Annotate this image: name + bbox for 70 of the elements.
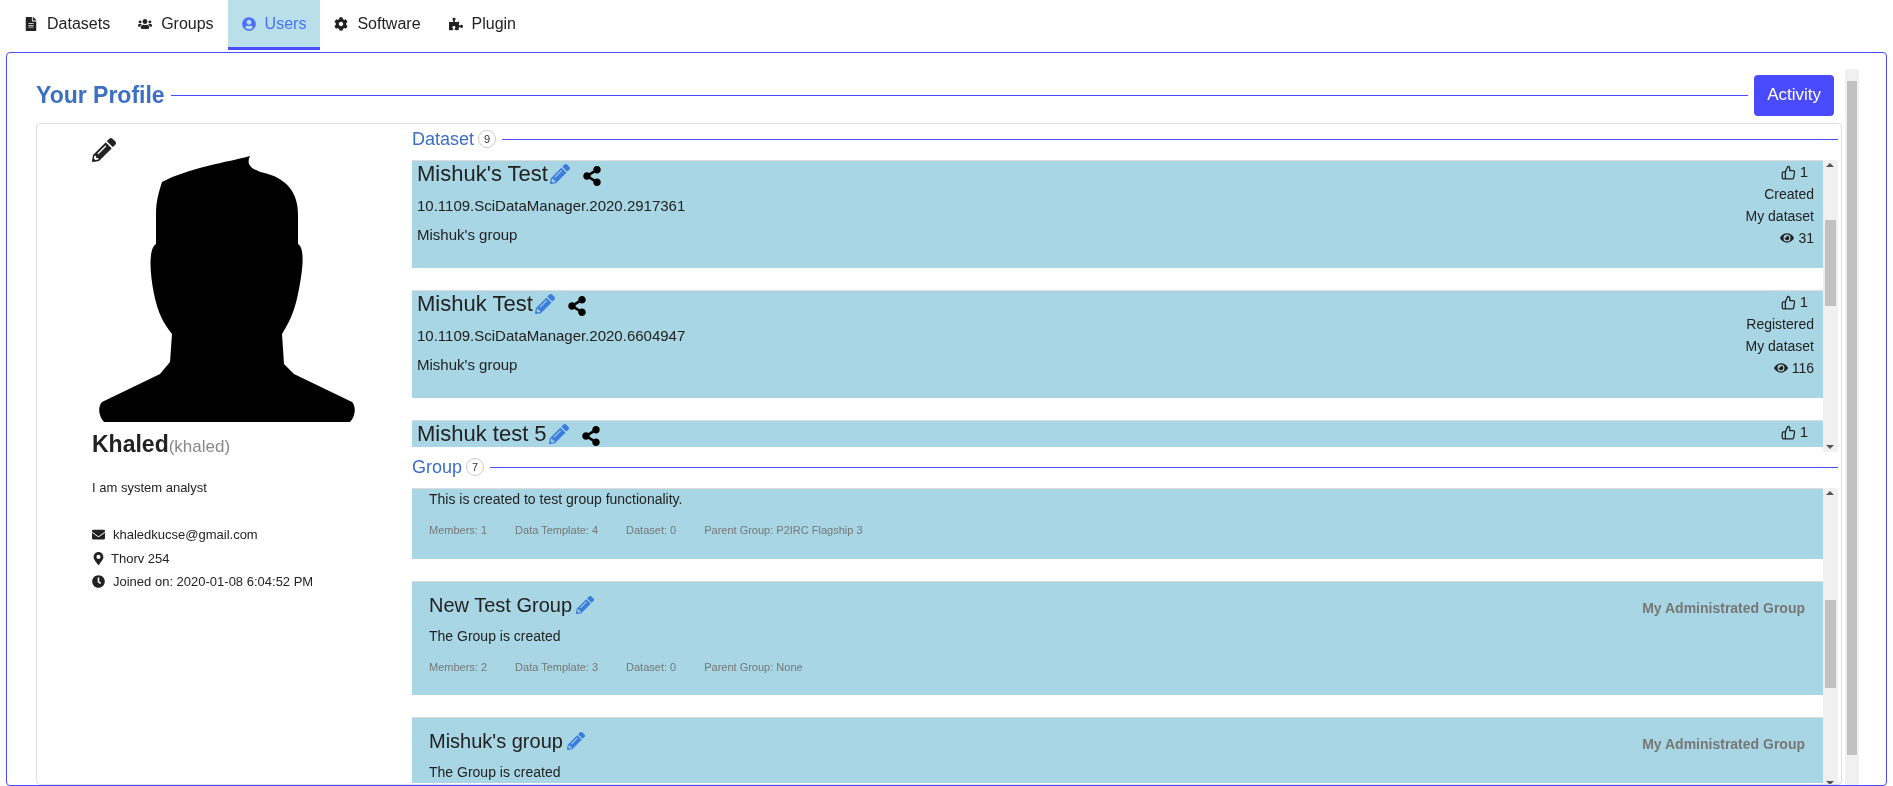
eye-icon	[1773, 361, 1788, 375]
group-card[interactable]: New Test Group The Group is created Members: 2 Data Template: 3 Dataset: 0 Parent Group: None My Administrated Group	[412, 580, 1823, 695]
group-stat: Members: 1	[429, 523, 488, 538]
dataset-title[interactable]: Mishuk test 5	[417, 421, 547, 447]
dataset-ownership: My dataset	[1745, 207, 1814, 226]
activity-button[interactable]: Activity	[1754, 74, 1834, 116]
group-stat: Parent Group: None	[704, 659, 803, 675]
clock-icon	[92, 575, 105, 589]
user-location: Thorv 254	[111, 549, 170, 568]
group-card[interactable]: This is created to test group functionality. Members: 1 Data Template: 4 Dataset: 0 Parent Group: P2IRC Flagship 3	[412, 488, 1823, 559]
people-icon	[138, 16, 153, 31]
group-description: The Group is created	[429, 763, 562, 782]
group-title[interactable]: Mishuk's group	[429, 728, 563, 754]
dataset-card[interactable]: Mishuk Test 10.1109.SciDataManager.2020.6604947 Mishuk's group 1 Registered My dataset 116	[412, 290, 1823, 398]
share-icon[interactable]	[566, 296, 587, 316]
scrollbar[interactable]	[1845, 69, 1859, 785]
thumbs-up-icon[interactable]	[1780, 164, 1796, 180]
document-icon	[24, 16, 38, 31]
like-count: 1	[1799, 292, 1808, 312]
user-handle: (khaled)	[168, 437, 231, 458]
group-description: The Group is created	[429, 626, 562, 646]
dataset-title[interactable]: Mishuk's Test	[417, 161, 548, 187]
dataset-doi: 10.1109.SciDataManager.2020.2917361	[417, 196, 686, 216]
envelope-icon	[92, 528, 105, 542]
edit-icon[interactable]	[92, 138, 116, 162]
user-bio: I am system analyst	[92, 478, 208, 497]
group-stat: Dataset: 0	[626, 659, 677, 675]
scrollbar[interactable]	[1823, 160, 1838, 452]
group-stat: Data Template: 3	[515, 659, 599, 675]
share-icon[interactable]	[581, 166, 602, 186]
thumbs-up-icon[interactable]	[1780, 424, 1796, 440]
group-stat: Dataset: 0	[626, 523, 677, 538]
dataset-status: Registered	[1746, 315, 1814, 334]
group-title[interactable]: New Test Group	[429, 591, 573, 618]
share-icon[interactable]	[580, 426, 601, 446]
nav-tab[interactable]: Datasets	[10, 0, 125, 50]
dataset-ownership: My dataset	[1745, 337, 1814, 356]
nav-tab[interactable]: Software	[320, 0, 435, 50]
group-stat: Parent Group: P2IRC Flagship 3	[704, 523, 863, 538]
group-stat: Members: 2	[429, 659, 488, 675]
eye-icon	[1780, 231, 1795, 245]
dataset-group: Mishuk's group	[417, 353, 686, 376]
location-pin-icon	[92, 551, 105, 565]
dataset-card[interactable]: Mishuk test 5 1	[412, 420, 1823, 447]
nav-tab[interactable]: Groups	[124, 0, 228, 50]
group-role: My Administrated Group	[1642, 598, 1805, 618]
group-role: My Administrated Group	[1642, 735, 1805, 754]
dataset-card[interactable]: Mishuk's Test 10.1109.SciDataManager.2020.2917361 Mishuk's group 1 Created My dataset 31	[412, 160, 1823, 268]
user-email: khaledkucse@gmail.com	[113, 526, 258, 544]
like-count: 1	[1799, 162, 1808, 182]
group-card[interactable]: Mishuk's group The Group is created My Administrated Group	[412, 717, 1823, 783]
user-joined: Joined on: 2020-01-08 6:04:52 PM	[113, 573, 314, 591]
section-title: Group	[412, 458, 463, 476]
thumbs-up-icon[interactable]	[1780, 294, 1796, 310]
nav-tab[interactable]: Plugin	[434, 0, 530, 50]
dataset-status: Created	[1764, 185, 1814, 204]
scrollbar[interactable]	[1823, 488, 1838, 784]
dataset-title[interactable]: Mishuk Test	[417, 291, 533, 317]
group-stat: Data Template: 4	[515, 523, 599, 538]
group-description: This is created to test group functionality.	[429, 490, 684, 509]
page-title: Your Profile	[36, 80, 165, 110]
puzzle-piece-icon	[448, 16, 463, 31]
view-count: 116	[1791, 359, 1814, 378]
dataset-doi: 10.1109.SciDataManager.2020.6604947	[417, 326, 686, 346]
like-count: 1	[1799, 422, 1808, 442]
view-count: 31	[1798, 229, 1814, 248]
user-name: Khaled	[92, 430, 169, 459]
dataset-group: Mishuk's group	[417, 223, 686, 246]
gear-icon	[334, 16, 349, 31]
section-title: Dataset	[412, 130, 475, 148]
